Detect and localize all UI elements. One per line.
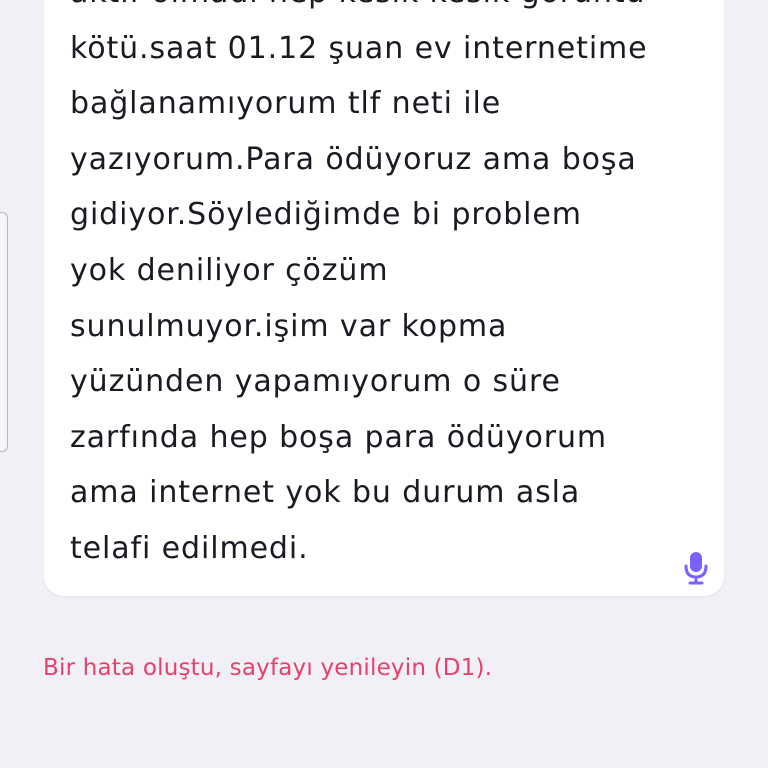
complaint-line: zarfında hep boşa para ödüyorum bbox=[70, 419, 608, 455]
error-message: Bir hata oluştu, sayfayı yenileyin (D1). bbox=[43, 655, 493, 681]
complaint-line: sunulmuyor.işim var kopma bbox=[70, 308, 508, 344]
side-panel-handle[interactable] bbox=[0, 212, 8, 452]
complaint-line: yazıyorum.Para ödüyoruz ama boşa bbox=[70, 141, 637, 177]
complaint-textarea[interactable]: aktif olmadı hep kesik kesik görüntü köt… bbox=[44, 0, 724, 596]
complaint-text: aktif olmadı hep kesik kesik görüntü köt… bbox=[70, 0, 690, 577]
complaint-line: bağlanamıyorum tlf neti ile bbox=[70, 86, 502, 122]
complaint-line: aktif olmadı hep kesik kesik görüntü bbox=[70, 0, 690, 21]
microphone-icon bbox=[684, 552, 708, 585]
complaint-line: yüzünden yapamıyorum o süre bbox=[70, 364, 561, 400]
complaint-line: gidiyor.Söylediğimde bi problem bbox=[70, 197, 582, 233]
voice-input-button[interactable] bbox=[682, 550, 710, 586]
complaint-line: telafi edilmedi. bbox=[70, 530, 309, 566]
complaint-page: aktif olmadı hep kesik kesik görüntü köt… bbox=[0, 0, 768, 768]
complaint-line: ama internet yok bu durum asla bbox=[70, 475, 581, 511]
complaint-line: kötü.saat 01.12 şuan ev internetime bbox=[70, 30, 648, 66]
complaint-line: yok deniliyor çözüm bbox=[70, 252, 389, 288]
